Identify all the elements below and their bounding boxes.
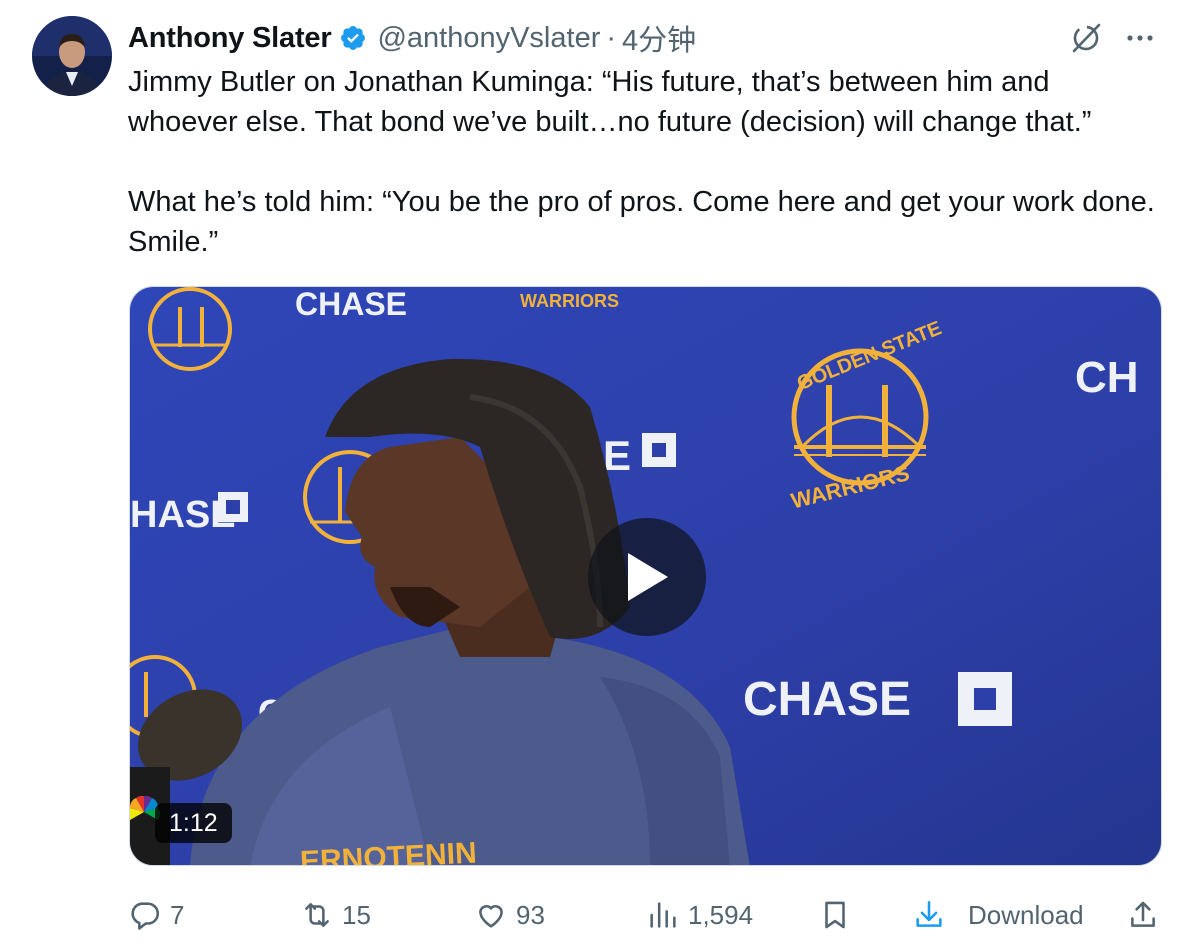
- avatar[interactable]: [32, 16, 112, 96]
- separator-dot: ·: [606, 21, 617, 54]
- warriors-text: WARRIORS: [520, 291, 619, 311]
- bar-chart-icon: [650, 902, 676, 928]
- grok-icon[interactable]: [1068, 20, 1104, 56]
- tweet-paragraph: Jimmy Butler on Jonathan Kuminga: “His f…: [128, 66, 1092, 138]
- repost-count: 15: [342, 899, 371, 930]
- like-count: 93: [516, 899, 545, 930]
- video-duration: 1:12: [155, 803, 232, 843]
- more-options-icon[interactable]: [1124, 22, 1156, 54]
- repost-button[interactable]: 15: [300, 892, 371, 938]
- author-name[interactable]: Anthony Slater: [128, 22, 332, 55]
- share-icon: [1131, 901, 1155, 927]
- tweet-text: Jimmy Butler on Jonathan Kuminga: “His f…: [128, 62, 1158, 262]
- reply-icon: [131, 902, 160, 930]
- repost-icon: [305, 903, 329, 927]
- heart-icon: [479, 905, 503, 928]
- reply-count: 7: [170, 899, 185, 930]
- views-count: 1,594: [688, 899, 754, 930]
- chase-text: CHASE: [295, 287, 407, 322]
- play-icon: [628, 553, 668, 601]
- action-bar: 7 15 93 1,594 Download: [128, 892, 1168, 938]
- verified-badge-icon: [339, 24, 367, 52]
- views-button[interactable]: 1,594: [646, 892, 753, 938]
- tweet-header: Anthony Slater @anthonyVslater · 4分钟: [128, 16, 696, 60]
- tweet-paragraph: What he’s told him: “You be the pro of p…: [128, 186, 1155, 258]
- author-handle[interactable]: @anthonyVslater: [377, 22, 600, 55]
- chase-text: CH: [1075, 353, 1139, 402]
- bookmark-icon: [825, 901, 845, 929]
- timestamp[interactable]: 4分钟: [622, 17, 696, 59]
- chase-text: CHASE: [743, 673, 911, 726]
- like-button[interactable]: 93: [474, 892, 545, 938]
- download-icon: [916, 900, 942, 927]
- download-label: Download: [968, 899, 1084, 930]
- download-button[interactable]: Download: [912, 892, 1084, 938]
- tweet-top-actions: [1068, 20, 1156, 56]
- reply-button[interactable]: 7: [128, 892, 184, 938]
- play-button[interactable]: [588, 518, 706, 636]
- bookmark-button[interactable]: [818, 892, 852, 938]
- share-button[interactable]: [1126, 892, 1160, 938]
